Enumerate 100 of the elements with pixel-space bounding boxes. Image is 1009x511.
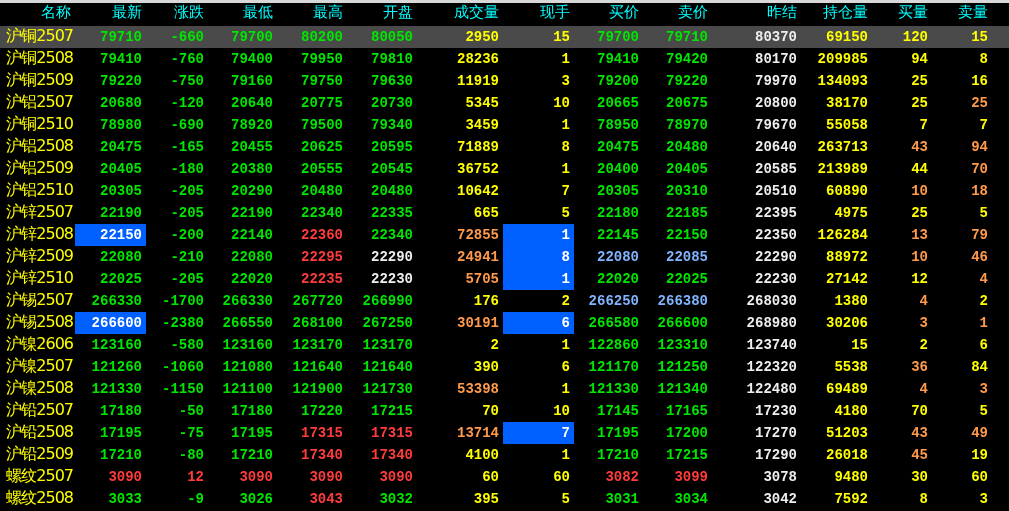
table-cell: 5 [561,491,570,507]
table-cell: 5 [561,205,570,221]
contract-name[interactable]: 沪铅2507 [0,400,75,422]
column-header[interactable]: 最低 [208,3,277,26]
table-cell: 17270 [755,425,797,441]
table-cell: 79200 [597,73,639,89]
table-cell: 7 [561,183,570,199]
table-cell: 121170 [588,359,639,375]
contract-name[interactable]: 沪锌2509 [0,246,75,268]
contract-name[interactable]: 沪锌2507 [0,202,75,224]
table-cell: 69150 [826,29,868,45]
table-cell: 70 [482,403,499,419]
table-cell: 22145 [597,227,639,243]
table-cell: 123170 [292,337,343,353]
table-cell: 60890 [826,183,868,199]
table-cell: -80 [178,447,204,463]
contract-name[interactable]: 沪铅2508 [0,422,75,444]
table-cell: 17210 [100,447,142,463]
contract-name[interactable]: 沪铝2508 [0,136,75,158]
table-cell: 1 [561,117,570,133]
column-header[interactable]: 名称 [0,3,75,26]
table-cell: -1060 [162,359,204,375]
table-cell: 134093 [817,73,868,89]
column-header[interactable]: 卖量 [932,3,992,26]
contract-name[interactable]: 沪铜2509 [0,70,75,92]
table-cell: 9480 [834,469,868,485]
contract-name[interactable]: 沪铝2509 [0,158,75,180]
table-cell: 17220 [301,403,343,419]
table-cell: 121330 [91,381,142,397]
table-cell: 78920 [231,117,273,133]
table-cell: 3090 [108,469,142,485]
table-cell: 209985 [817,51,868,67]
table-cell: 44 [911,161,928,177]
contract-name[interactable]: 沪镍2606 [0,334,75,356]
table-cell: 121340 [657,381,708,397]
table-cell: 1380 [834,293,868,309]
column-header[interactable]: 涨跌 [146,3,208,26]
table-cell: -205 [170,271,204,287]
contract-name[interactable]: 沪锌2510 [0,268,75,290]
table-cell: 20480 [371,183,413,199]
table-cell: 27142 [826,271,868,287]
table-cell: 17315 [371,425,413,441]
table-cell: 79420 [666,51,708,67]
column-header[interactable]: 成交量 [417,3,503,26]
table-cell: 80050 [371,29,413,45]
table-cell: 30 [911,469,928,485]
table-cell: 80370 [755,29,797,45]
column-header[interactable]: 现手 [503,3,574,26]
column-header[interactable]: 持仓量 [801,3,872,26]
column-header[interactable]: 最高 [277,3,347,26]
column-header[interactable]: 买价 [574,3,643,26]
contract-name[interactable]: 沪铜2510 [0,114,75,136]
table-cell: 20475 [597,139,639,155]
column-header[interactable]: 最新 [75,3,146,26]
table-cell: 3033 [108,491,142,507]
contract-name[interactable]: 螺纹2507 [0,466,75,488]
table-cell: 121330 [588,381,639,397]
column-header[interactable]: 开盘 [347,3,417,26]
table-cell: 15 [851,337,868,353]
table-cell: 213989 [817,161,868,177]
table-cell: 3078 [763,469,797,485]
table-cell: 79750 [301,73,343,89]
column-header[interactable]: 昨结 [712,3,801,26]
column-header[interactable]: 买量 [872,3,932,26]
contract-name[interactable]: 沪铝2510 [0,180,75,202]
table-cell: 79400 [231,51,273,67]
table-cell: 268100 [292,315,343,331]
contract-name[interactable]: 沪铜2508 [0,48,75,70]
contract-name[interactable]: 螺纹2508 [0,488,75,510]
table-cell: 78950 [597,117,639,133]
table-cell: 60 [553,469,570,485]
table-cell: 10 [553,95,570,111]
table-cell: 20480 [301,183,343,199]
contract-name[interactable]: 沪铜2507 [0,26,75,48]
table-cell: 79670 [755,117,797,133]
contract-name[interactable]: 沪铝2507 [0,92,75,114]
table-cell: 20680 [100,95,142,111]
contract-name[interactable]: 沪锡2508 [0,312,75,334]
column-header[interactable]: 卖价 [643,3,712,26]
table-cell: 22185 [666,205,708,221]
table-cell: 17145 [597,403,639,419]
table-cell: 8 [561,139,570,155]
table-cell: 49 [971,425,988,441]
table-cell: 2 [919,337,928,353]
table-cell: -690 [170,117,204,133]
contract-name[interactable]: 沪铅2509 [0,444,75,466]
contract-name[interactable]: 沪镍2508 [0,378,75,400]
contract-name[interactable]: 沪锡2507 [0,290,75,312]
table-cell: -205 [170,183,204,199]
table-cell: 4 [919,381,928,397]
contract-name[interactable]: 沪镍2507 [0,356,75,378]
contract-name[interactable]: 沪锌2508 [0,224,75,246]
table-cell: 3090 [309,469,343,485]
table-cell: 43 [911,425,928,441]
table-cell: 121260 [91,359,142,375]
table-cell: 22340 [371,227,413,243]
table-cell: 266330 [91,293,142,309]
table-cell: 20800 [755,95,797,111]
table-cell: 266600 [91,315,142,331]
table-cell: 79810 [371,51,413,67]
